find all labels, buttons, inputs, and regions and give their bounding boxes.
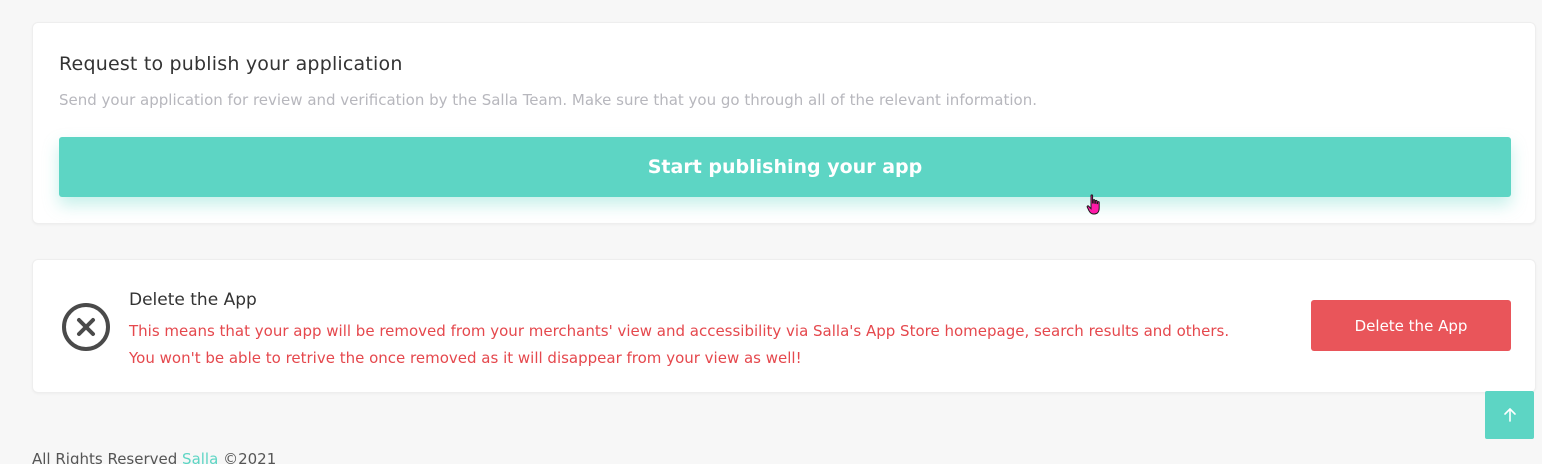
hand-pointer-cursor-icon [1086, 194, 1100, 215]
delete-title: Delete the App [129, 290, 257, 310]
publish-card: Request to publish your application Send… [32, 22, 1536, 224]
delete-description-line-2: You won't be able to retrive the once re… [129, 349, 802, 367]
footer-copyright: ©2021 [223, 450, 277, 464]
circle-x-icon [62, 303, 110, 351]
delete-description: This means that your app will be removed… [129, 318, 1229, 372]
start-publishing-button[interactable]: Start publishing your app [59, 137, 1511, 197]
delete-app-button[interactable]: Delete the App [1311, 300, 1511, 351]
page: Request to publish your application Send… [0, 0, 1542, 464]
arrow-up-icon [1503, 408, 1516, 422]
scroll-to-top-button[interactable] [1485, 391, 1534, 439]
footer: All Rights Reserved Salla ©2021 [32, 450, 276, 464]
footer-brand-link[interactable]: Salla [182, 450, 218, 464]
publish-description: Send your application for review and ver… [59, 91, 1037, 109]
footer-rights-text: All Rights Reserved [32, 450, 178, 464]
delete-description-line-1: This means that your app will be removed… [129, 322, 1230, 340]
publish-title: Request to publish your application [59, 53, 403, 75]
delete-card: Delete the App This means that your app … [32, 259, 1536, 393]
